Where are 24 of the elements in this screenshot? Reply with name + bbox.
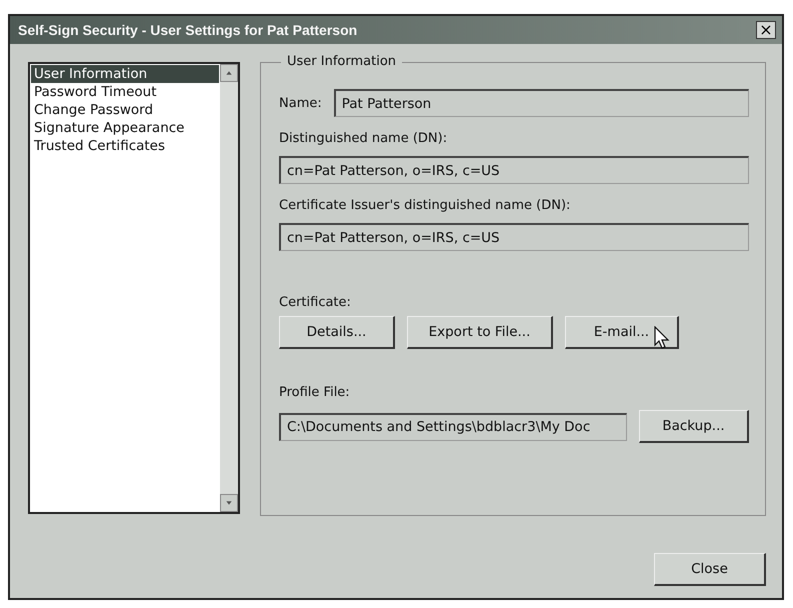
certificate-button[interactable]: Export to File... [407,316,553,349]
field-label: Certificate Issuer's distinguished name (DN): [279,198,572,213]
field-label: Name: [279,96,322,110]
issuer-field[interactable]: cn=Pat Patterson, o=IRS, c=US [279,223,749,251]
mouse-cursor-icon [654,326,670,350]
dn-field[interactable]: cn=Pat Patterson, o=IRS, c=US [279,156,749,184]
window-title: Self-Sign Security - User Settings for Pat Patterson [18,22,358,38]
list-item[interactable]: Signature Appearance [31,119,188,137]
list-item[interactable]: Change Password [31,101,156,119]
name-field[interactable]: Pat Patterson [334,89,749,117]
list-item[interactable]: Password Timeout [31,83,160,101]
certificate-button[interactable]: Details... [279,316,395,349]
field-label: Distinguished name (DN): [279,131,448,146]
list-item[interactable]: Trusted Certificates [31,137,168,155]
field-label: Certificate: [279,295,352,310]
profile-field[interactable]: C:\Documents and Settings\bdblacr3\My Doc [279,412,627,440]
field-label: Profile File: [279,385,351,400]
scroll-down-icon[interactable] [220,494,238,512]
list-item[interactable]: User Information [31,65,219,83]
certificate-button[interactable]: E-mail... [565,316,679,349]
close-button[interactable]: Close [654,553,766,586]
scroll-up-icon[interactable] [220,64,238,82]
backup-button[interactable]: Backup... [639,410,749,443]
close-button[interactable]: × [756,21,776,39]
